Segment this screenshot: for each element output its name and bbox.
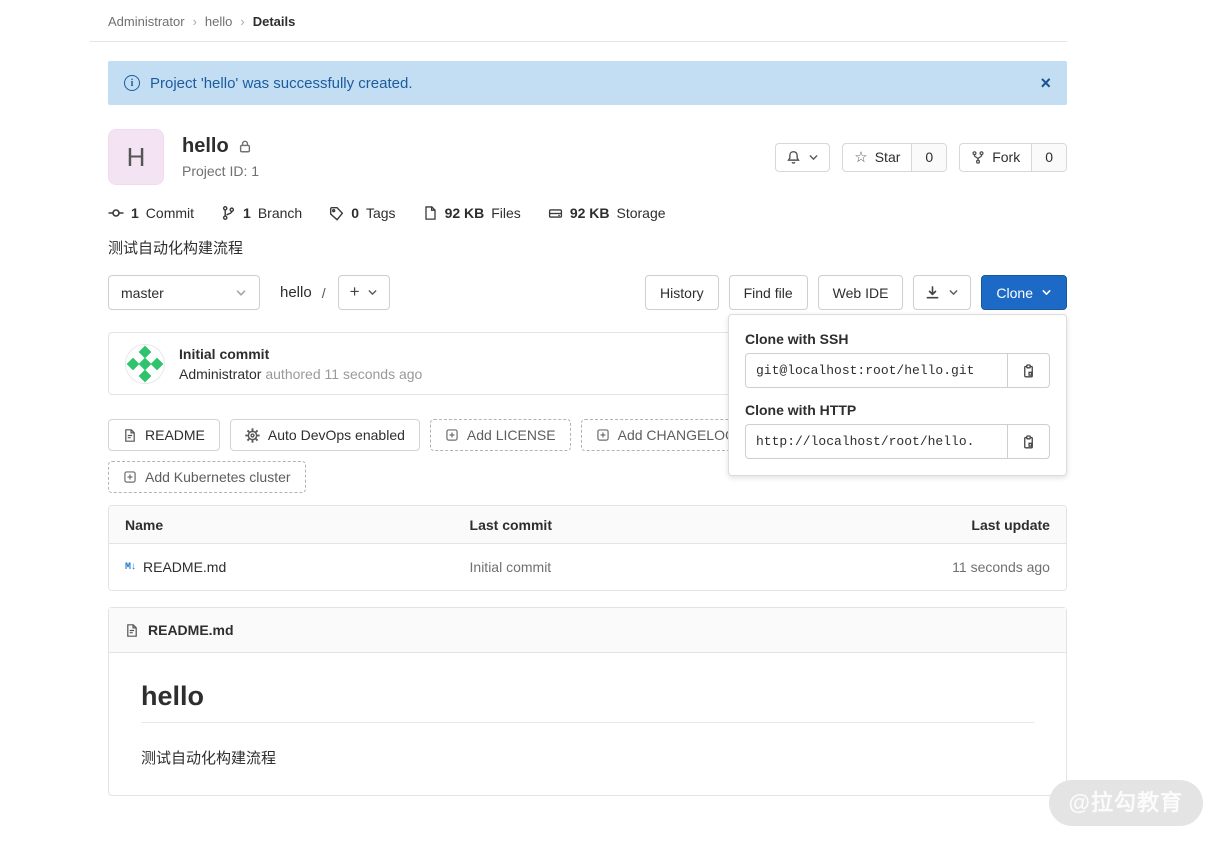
star-button-group: ☆ Star 0 — [842, 143, 947, 172]
chevron-down-icon — [808, 152, 819, 163]
chevron-down-icon — [367, 287, 378, 298]
file-last-commit-link[interactable]: Initial commit — [454, 559, 856, 575]
bell-icon — [786, 150, 801, 165]
download-dropdown-button[interactable] — [913, 275, 971, 310]
chevron-down-icon — [1041, 287, 1052, 298]
project-stats: 1 Commit 1 Branch 0 Tags 92 KB Files — [108, 205, 1067, 221]
readme-paragraph: 测试自动化构建流程 — [141, 747, 1034, 768]
fork-button[interactable]: Fork — [960, 144, 1031, 171]
commit-title-link[interactable]: Initial commit — [179, 346, 422, 362]
column-name: Name — [109, 517, 454, 533]
markdown-file-icon: M↓ — [125, 562, 136, 573]
path-separator: / — [322, 285, 326, 301]
fork-count[interactable]: 0 — [1031, 144, 1066, 171]
commit-author-link[interactable]: Administrator — [179, 366, 261, 382]
clone-ssh-url-input[interactable] — [745, 353, 1007, 388]
project-avatar: H — [108, 129, 164, 185]
copy-icon — [1021, 434, 1036, 450]
stat-files[interactable]: 92 KB Files — [423, 205, 521, 221]
file-icon — [125, 623, 139, 638]
project-header: H hello Project ID: 1 ☆ — [108, 129, 1067, 185]
download-icon — [925, 285, 940, 300]
fork-label: Fork — [992, 149, 1020, 165]
breadcrumb-separator-icon: › — [240, 14, 244, 29]
find-file-button[interactable]: Find file — [729, 275, 808, 310]
branch-icon — [221, 205, 236, 221]
readme-header: README.md — [109, 608, 1066, 653]
clone-ssh-label: Clone with SSH — [745, 331, 1050, 347]
file-icon — [123, 428, 137, 443]
banner-message: Project 'hello' was successfully created… — [150, 75, 413, 92]
page-container: Administrator › hello › Details i Projec… — [108, 0, 1067, 796]
breadcrumb-details: Details — [253, 14, 296, 29]
storage-icon — [548, 206, 563, 221]
clone-dropdown-button[interactable]: Clone — [981, 275, 1067, 310]
clone-dropdown-panel: Clone with SSH Clone with HTTP — [728, 314, 1067, 476]
breadcrumb-hello[interactable]: hello — [205, 14, 232, 29]
commit-icon — [108, 205, 124, 221]
star-button[interactable]: ☆ Star — [843, 144, 911, 171]
star-icon: ☆ — [854, 150, 867, 165]
auto-devops-enabled-button[interactable]: Auto DevOps enabled — [230, 419, 420, 451]
star-label: Star — [875, 149, 901, 165]
readme-preview: README.md hello 测试自动化构建流程 — [108, 607, 1067, 796]
commit-author-avatar[interactable] — [125, 344, 165, 384]
copy-http-url-button[interactable] — [1007, 424, 1050, 459]
breadcrumb-separator-icon: › — [193, 14, 197, 29]
fork-button-group: Fork 0 — [959, 143, 1067, 172]
column-last-commit: Last commit — [454, 517, 856, 533]
project-id: Project ID: 1 — [182, 163, 259, 179]
tag-icon — [329, 206, 344, 221]
info-icon: i — [124, 75, 140, 91]
project-title: hello — [182, 135, 229, 158]
add-license-button[interactable]: Add LICENSE — [430, 419, 571, 451]
file-icon — [423, 205, 438, 221]
repo-path-root[interactable]: hello — [280, 284, 312, 301]
table-row: M↓ README.md Initial commit 11 seconds a… — [109, 544, 1066, 590]
add-changelog-button[interactable]: Add CHANGELOG — [581, 419, 751, 451]
gear-icon — [245, 428, 260, 443]
plus-square-icon — [123, 470, 137, 484]
copy-icon — [1021, 363, 1036, 379]
readme-heading: hello — [141, 681, 1034, 723]
clone-http-label: Clone with HTTP — [745, 402, 1050, 418]
chevron-down-icon — [948, 287, 959, 298]
repo-controls: master hello / + History Find file Web I… — [108, 275, 1067, 310]
plus-square-icon — [596, 428, 610, 442]
breadcrumb: Administrator › hello › Details — [90, 0, 1067, 42]
branch-selector[interactable]: master — [108, 275, 260, 310]
add-kubernetes-cluster-button[interactable]: Add Kubernetes cluster — [108, 461, 306, 493]
notifications-dropdown-button[interactable] — [775, 143, 830, 172]
web-ide-button[interactable]: Web IDE — [818, 275, 904, 310]
file-last-update: 11 seconds ago — [855, 559, 1066, 575]
breadcrumb-administrator[interactable]: Administrator — [108, 14, 185, 29]
commit-meta-text: authored 11 seconds ago — [265, 366, 422, 382]
readme-button[interactable]: README — [108, 419, 220, 451]
history-button[interactable]: History — [645, 275, 719, 310]
column-last-update: Last update — [855, 517, 1066, 533]
watermark: @拉勾教育 — [1049, 780, 1203, 826]
plus-icon: + — [350, 283, 360, 300]
star-count[interactable]: 0 — [911, 144, 946, 171]
plus-square-icon — [445, 428, 459, 442]
branch-selector-value: master — [121, 285, 164, 301]
stat-commits[interactable]: 1 Commit — [108, 205, 194, 221]
files-table-header: Name Last commit Last update — [109, 506, 1066, 544]
stat-tags[interactable]: 0 Tags — [329, 205, 395, 221]
lock-icon — [238, 139, 252, 154]
success-banner: i Project 'hello' was successfully creat… — [108, 61, 1067, 105]
stat-storage[interactable]: 92 KB Storage — [548, 205, 666, 221]
readme-filename-link[interactable]: README.md — [148, 622, 234, 638]
stat-branches[interactable]: 1 Branch — [221, 205, 302, 221]
banner-close-button[interactable]: × — [1040, 74, 1051, 92]
file-link-readme[interactable]: M↓ README.md — [109, 559, 454, 575]
add-file-dropdown-button[interactable]: + — [338, 275, 390, 310]
fork-icon — [971, 150, 985, 165]
copy-ssh-url-button[interactable] — [1007, 353, 1050, 388]
chevron-down-icon — [235, 287, 247, 299]
project-description: 测试自动化构建流程 — [108, 237, 1067, 258]
clone-http-url-input[interactable] — [745, 424, 1007, 459]
files-table: Name Last commit Last update M↓ README.m… — [108, 505, 1067, 591]
